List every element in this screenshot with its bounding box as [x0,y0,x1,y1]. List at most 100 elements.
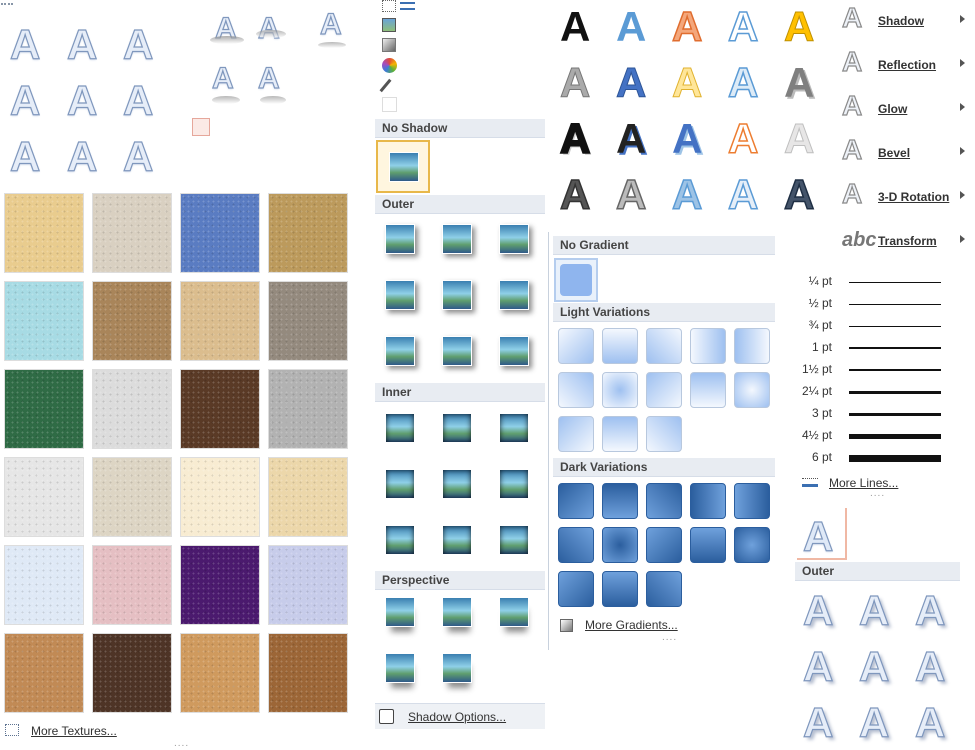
wordart-style-yellow[interactable]: A [671,61,702,104]
resize-grip[interactable]: .... [662,632,677,643]
texture-walnut[interactable] [92,633,172,713]
texture-white-marble[interactable] [92,369,172,449]
wordart-style-dark-pattern[interactable]: A [559,173,591,217]
wordart-style-silver[interactable]: A [783,117,814,160]
persp-shadow-option[interactable] [493,591,533,631]
outer-shadow-wordart-sample[interactable]: A [802,645,834,688]
wordart-style-black[interactable]: A [560,6,590,48]
more-gradients-link[interactable]: More Gradients... [585,618,678,632]
wordart-style-gold[interactable]: A [783,5,814,48]
selected-wordart-preview[interactable]: A [797,508,847,560]
outer-shadow-wordart-sample[interactable]: A [858,589,890,632]
dark-gradient-swatch[interactable] [646,571,682,607]
outer-shadow-option[interactable] [436,274,476,314]
effects-menu-item-reflection[interactable]: A Reflection [838,44,975,88]
dark-gradient-swatch[interactable] [558,571,594,607]
line-weight-option[interactable]: 1½ pt [800,359,950,381]
dark-gradient-swatch[interactable] [602,483,638,519]
texture-pink-tissue-paper[interactable] [92,545,172,625]
wordart-reflection-sample[interactable]: A [257,63,280,94]
inner-shadow-option[interactable] [379,407,419,447]
texture-medium-wood[interactable] [268,633,348,713]
light-gradient-swatch[interactable] [558,416,594,452]
menu-lines-icon[interactable] [400,2,415,10]
more-textures-link[interactable]: More Textures... [31,724,117,738]
effects-menu-item-shadow[interactable]: A Shadow [838,0,975,44]
light-gradient-swatch[interactable] [690,328,726,364]
outer-shadow-wordart-sample[interactable]: A [914,701,946,744]
texture-oak[interactable] [180,633,260,713]
texture-recycled-paper[interactable] [4,457,84,537]
line-weight-option[interactable]: 6 pt [800,447,950,469]
light-gradient-swatch[interactable] [734,372,770,408]
outer-shadow-option[interactable] [436,218,476,258]
texture-purple-mesh[interactable] [180,545,260,625]
wordart-style-navy-pattern[interactable]: A [783,173,815,217]
outer-shadow-option[interactable] [493,218,533,258]
texture-papyrus[interactable] [4,193,84,273]
outer-shadow-wordart-sample[interactable]: A [858,701,890,744]
inner-shadow-option[interactable] [436,407,476,447]
wordart-sample[interactable]: A [66,23,98,66]
outer-shadow-option[interactable] [436,330,476,370]
outer-shadow-option[interactable] [493,274,533,314]
texture-woven-mat[interactable] [268,193,348,273]
effects-menu-item-transform[interactable]: abc Transform [838,220,975,264]
texture-cork[interactable] [4,633,84,713]
texture-brown-marble[interactable] [180,369,260,449]
line-weight-option[interactable]: ¼ pt [800,271,950,293]
wordart-style-blue-gradient[interactable]: A [615,61,646,104]
wordart-sample[interactable]: A [9,79,41,122]
inner-shadow-option[interactable] [436,519,476,559]
line-weight-option[interactable]: ½ pt [800,293,950,315]
wordart-sample[interactable]: A [122,135,154,178]
dark-gradient-swatch[interactable] [646,483,682,519]
persp-shadow-option[interactable] [436,591,476,631]
wordart-sample[interactable]: A [66,135,98,178]
light-gradient-swatch[interactable] [558,372,594,408]
wordart-style-black-outline[interactable]: A [559,117,591,161]
more-lines-link[interactable]: More Lines... [829,476,898,490]
wordart-style-pale-blue[interactable]: A [727,61,759,105]
wordart-sample[interactable]: A [122,23,154,66]
light-gradient-swatch[interactable] [602,372,638,408]
persp-shadow-option[interactable] [436,647,476,687]
dark-gradient-swatch[interactable] [690,483,726,519]
shadow-options-row[interactable]: Shadow Options... [375,703,545,729]
dark-gradient-swatch[interactable] [602,527,638,563]
texture-canvas[interactable] [92,193,172,273]
light-gradient-swatch[interactable] [558,328,594,364]
inner-shadow-option[interactable] [493,519,533,559]
outer-shadow-wordart-sample[interactable]: A [802,701,834,744]
texture-denim[interactable] [180,193,260,273]
wordart-style-gray-3d[interactable]: A [784,62,814,104]
resize-grip[interactable]: .... [870,488,885,499]
wordart-reflection-sample[interactable]: A [257,13,280,44]
dark-gradient-swatch[interactable] [734,483,770,519]
inner-shadow-option[interactable] [379,463,419,503]
light-gradient-swatch[interactable] [602,328,638,364]
wordart-style-light-blue-pattern[interactable]: A [727,173,759,217]
wordart-style-blue-outline[interactable]: A [727,5,759,49]
texture-sand[interactable] [268,457,348,537]
color-swatch[interactable] [192,118,210,136]
light-gradient-swatch[interactable] [690,372,726,408]
outer-shadow-option[interactable] [379,274,419,314]
wordart-style-blue[interactable]: A [616,6,646,48]
texture-green-marble[interactable] [4,369,84,449]
texture-bouquet[interactable] [268,545,348,625]
wordart-sample[interactable]: A [9,135,41,178]
outer-shadow-wordart-sample[interactable]: A [914,645,946,688]
wordart-sample[interactable]: A [9,23,41,66]
inner-shadow-option[interactable] [436,463,476,503]
shadow-options-link[interactable]: Shadow Options... [408,710,506,724]
wordart-style-blue-shadow[interactable]: A [672,118,702,160]
color-wheel-icon[interactable] [382,58,397,73]
outer-shadow-wordart-sample[interactable]: A [914,589,946,632]
shape-fill-icon[interactable] [382,0,396,12]
line-weight-option[interactable]: 4½ pt [800,425,950,447]
line-weight-option[interactable]: 1 pt [800,337,950,359]
inner-shadow-option[interactable] [493,407,533,447]
texture-water-droplets[interactable] [4,281,84,361]
light-gradient-swatch[interactable] [646,372,682,408]
